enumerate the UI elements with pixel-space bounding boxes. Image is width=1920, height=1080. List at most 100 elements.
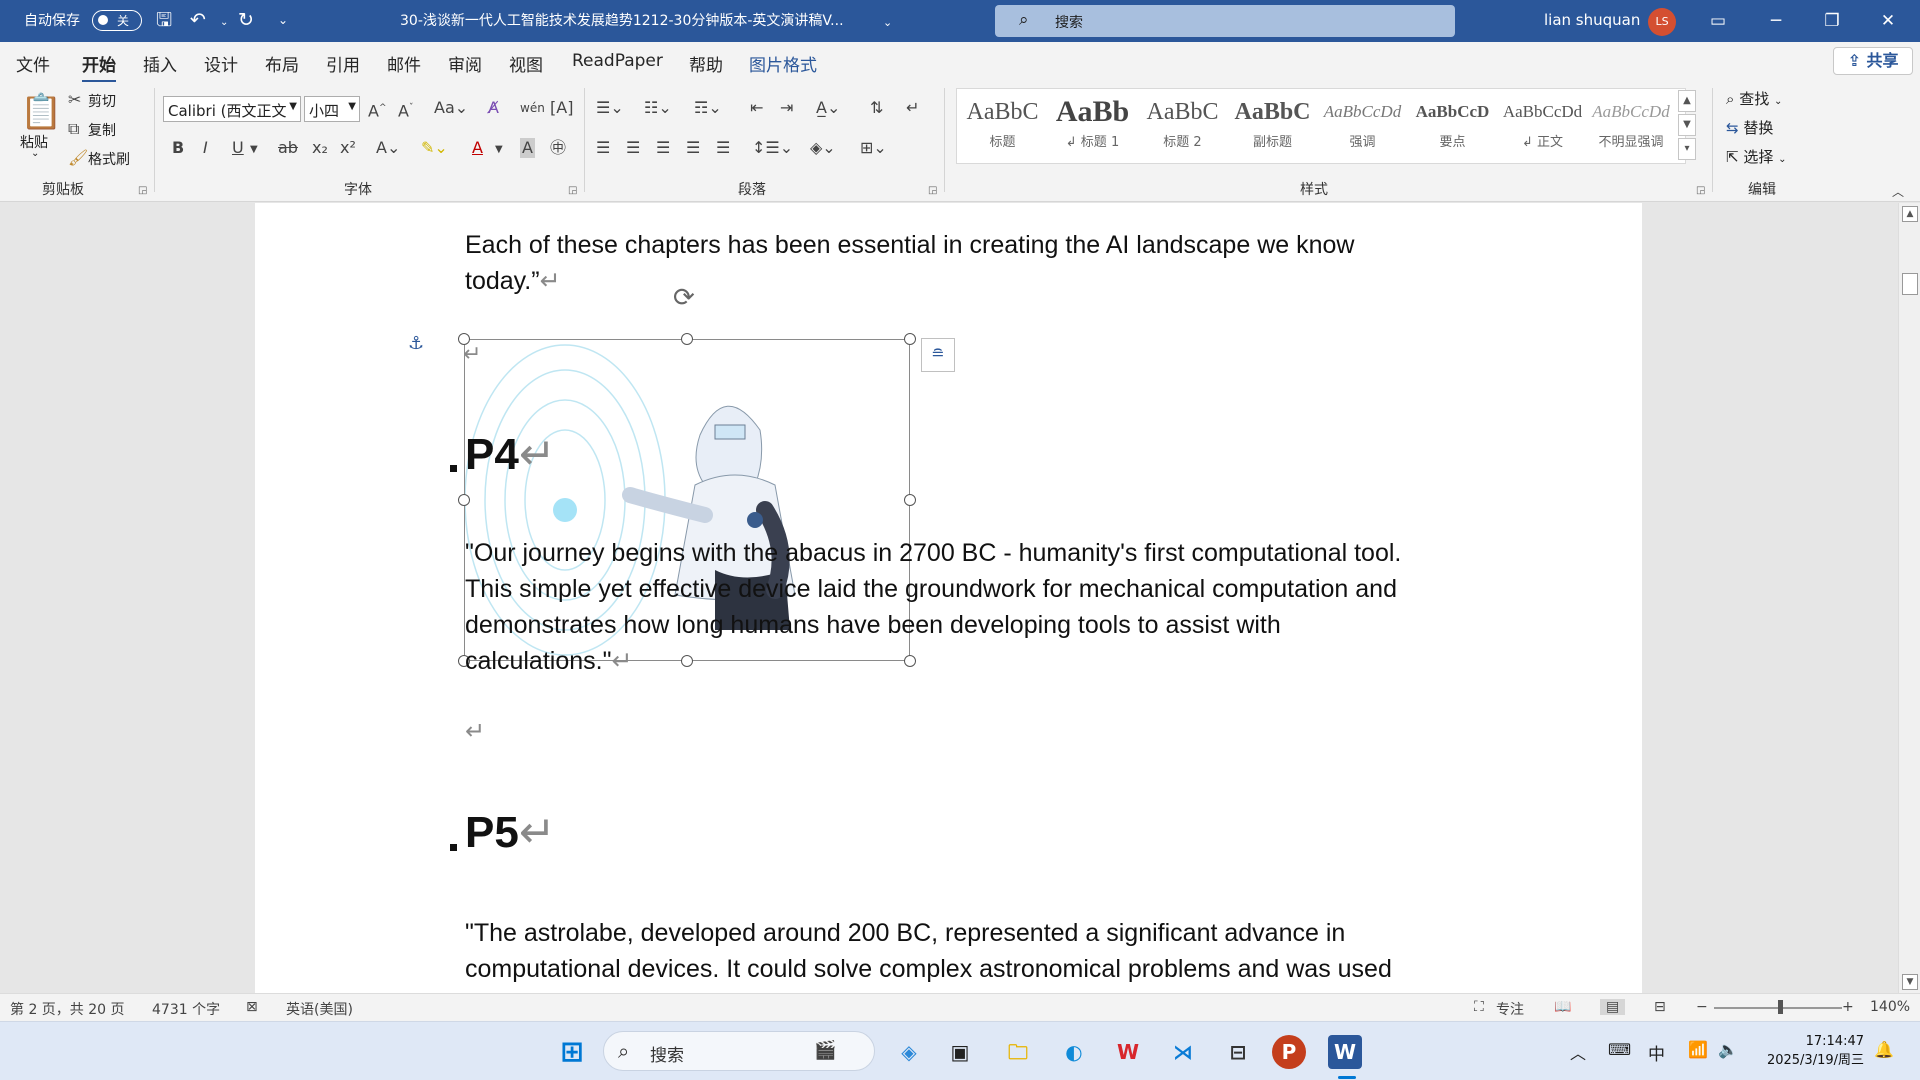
format-painter-icon[interactable]: 🖌 [68, 148, 88, 168]
ribbon-display-icon[interactable]: ▭ [1694, 4, 1742, 38]
multilevel-list-icon[interactable]: ☶⌄ [694, 98, 722, 118]
document-title[interactable]: 30-浅谈新一代人工智能技术发展趋势1212-30分钟版本-英文演讲稿V... [400, 10, 844, 30]
minimize-icon[interactable]: ─ [1752, 4, 1800, 38]
decrease-indent-icon[interactable]: ⇤ [750, 98, 763, 118]
bold-icon[interactable]: B [172, 138, 184, 158]
share-button[interactable]: ⇪ 共享 [1833, 47, 1913, 75]
menu-file[interactable]: 文件 [16, 51, 50, 76]
paste-icon[interactable]: 📋 [20, 92, 62, 132]
scroll-up-icon[interactable]: ▲ [1902, 206, 1918, 222]
proofing-icon[interactable]: ⊠ [246, 999, 258, 1015]
collapse-ribbon-icon[interactable]: ︿ [1892, 182, 1904, 202]
search-box[interactable]: ⌕ 搜索 [995, 5, 1455, 37]
focus-label[interactable]: 专注 [1496, 999, 1524, 1019]
asian-layout-icon[interactable]: A̲⌄ [816, 98, 840, 118]
borders-icon[interactable]: ⊞⌄ [860, 138, 887, 158]
save-icon[interactable]: 🖫 [156, 9, 172, 31]
powerpoint-icon[interactable]: P [1272, 1035, 1306, 1069]
styles-scroll-up-icon[interactable]: ▲ [1678, 90, 1696, 112]
style-heading-2[interactable]: AaBbC 标题 2 [1141, 93, 1224, 159]
strikethrough-icon[interactable]: ab [278, 138, 298, 158]
menu-references[interactable]: 引用 [326, 51, 360, 76]
font-launcher-icon[interactable]: ◲ [568, 185, 577, 196]
wifi-icon[interactable]: 📶 [1688, 1040, 1708, 1059]
vscode-icon[interactable]: ⋊ [1163, 1032, 1203, 1072]
styles-scroll-down-icon[interactable]: ▼ [1678, 114, 1696, 136]
enclose-characters-icon[interactable]: ㊥ [550, 138, 566, 158]
superscript-icon[interactable]: x² [340, 138, 356, 158]
menu-insert[interactable]: 插入 [143, 51, 177, 76]
resize-handle[interactable] [458, 494, 470, 506]
show-marks-icon[interactable]: ↵ [906, 98, 919, 118]
justify-icon[interactable]: ☰ [686, 138, 700, 158]
menu-mailings[interactable]: 邮件 [387, 51, 421, 76]
menu-view[interactable]: 视图 [509, 51, 543, 76]
autosave-toggle[interactable]: 关 [92, 10, 142, 31]
style-emphasis[interactable]: AaBbCcDd 强调 [1321, 93, 1404, 159]
resize-handle[interactable] [681, 333, 693, 345]
style-heading-1[interactable]: AaBb ↲ 标题 1 [1051, 93, 1134, 159]
document-canvas[interactable]: Each of these chapters has been essentia… [0, 203, 1898, 993]
keyboard-icon[interactable]: ⌨ [1608, 1040, 1631, 1059]
line-spacing-icon[interactable]: ↕☰⌄ [752, 138, 793, 158]
empty-paragraph-mark[interactable]: ↵ [465, 717, 485, 746]
copilot-icon[interactable]: ◈ [889, 1032, 929, 1072]
change-case-icon[interactable]: Aa⌄ [434, 98, 468, 118]
zoom-slider-thumb[interactable] [1778, 1000, 1783, 1014]
zoom-level[interactable]: 140% [1870, 999, 1910, 1015]
font-color-dropdown-icon[interactable]: ▼ [495, 140, 503, 160]
undo-icon[interactable]: ↶ [190, 9, 206, 31]
copy-icon[interactable]: ⧉ [68, 119, 79, 139]
font-size-combo[interactable]: 小四 ▼ [304, 96, 360, 122]
menu-help[interactable]: 帮助 [689, 51, 723, 76]
start-icon[interactable]: ⊞ [552, 1032, 592, 1072]
shading-icon[interactable]: ◈⌄ [810, 138, 836, 158]
align-left-icon[interactable]: ☰ [596, 138, 610, 158]
style-normal[interactable]: AaBbCcDd ↲ 正文 [1501, 93, 1584, 159]
menu-layout[interactable]: 布局 [265, 51, 299, 76]
shrink-font-icon[interactable]: Aˇ [398, 98, 413, 121]
word-count[interactable]: 4731 个字 [152, 999, 220, 1019]
text-effects-icon[interactable]: A⌄ [376, 138, 400, 158]
layout-options-icon[interactable]: ≘ [921, 338, 955, 372]
cut-icon[interactable]: ✂ [68, 90, 81, 110]
redo-icon[interactable]: ↻ [238, 9, 254, 31]
paragraph-chapters[interactable]: Each of these chapters has been essentia… [465, 227, 1354, 299]
grow-font-icon[interactable]: A^ [368, 98, 387, 121]
increase-indent-icon[interactable]: ⇥ [780, 98, 793, 118]
scroll-thumb[interactable] [1902, 273, 1918, 295]
align-right-icon[interactable]: ☰ [656, 138, 670, 158]
font-color-icon[interactable]: A [472, 138, 483, 158]
paragraph-abacus[interactable]: "Our journey begins with the abacus in 2… [465, 535, 1401, 679]
heading-p4[interactable]: P4↵ [465, 429, 556, 480]
focus-icon[interactable]: ⛶ [1474, 999, 1484, 1015]
clear-formatting-icon[interactable]: A̸ [488, 98, 499, 118]
zoom-out-icon[interactable]: − [1696, 999, 1708, 1015]
task-view-icon[interactable]: ▣ [940, 1032, 980, 1072]
cut-label[interactable]: 剪切 [88, 91, 116, 111]
style-title[interactable]: AaBbC 标题 [961, 93, 1044, 159]
phonetic-guide-icon[interactable]: wén [520, 98, 545, 118]
document-page[interactable]: Each of these chapters has been essentia… [255, 203, 1642, 993]
styles-launcher-icon[interactable]: ◲ [1696, 185, 1705, 196]
resize-handle[interactable] [904, 333, 916, 345]
resize-handle[interactable] [904, 494, 916, 506]
menu-review[interactable]: 审阅 [448, 51, 482, 76]
taskbar-search[interactable]: ⌕ 搜索 🎬 [603, 1031, 875, 1071]
character-border-icon[interactable]: [A] [550, 98, 573, 118]
clock[interactable]: 17:14:47 2025/3/19/周三 [1754, 1032, 1864, 1070]
format-painter-label[interactable]: 格式刷 [88, 149, 130, 169]
align-center-icon[interactable]: ☰ [626, 138, 640, 158]
menu-design[interactable]: 设计 [204, 51, 238, 76]
font-name-combo[interactable]: Calibri (西文正文 ▼ [163, 96, 301, 122]
web-layout-icon[interactable]: ⊟ [1654, 999, 1666, 1015]
close-icon[interactable]: ✕ [1864, 4, 1912, 38]
underline-dropdown-icon[interactable]: ▼ [250, 140, 258, 160]
app-icon[interactable]: ⊟ [1218, 1032, 1258, 1072]
copy-label[interactable]: 复制 [88, 120, 116, 140]
word-icon[interactable]: W [1328, 1035, 1362, 1069]
subscript-icon[interactable]: x₂ [312, 138, 328, 158]
character-shading-icon[interactable]: A [520, 138, 535, 158]
read-mode-icon[interactable]: 📖 [1554, 999, 1571, 1015]
paragraph-astrolabe[interactable]: "The astrolabe, developed around 200 BC,… [465, 915, 1392, 987]
